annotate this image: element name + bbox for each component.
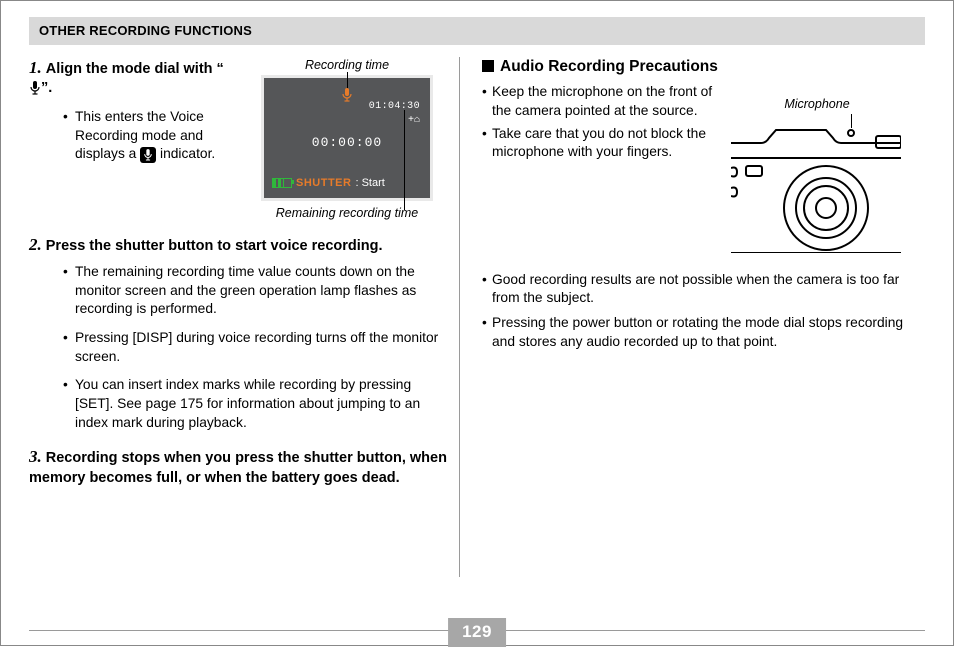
step-3: 3.Recording stops when you press the shu… xyxy=(29,446,449,489)
list-item: Keep the microphone on the front of the … xyxy=(482,83,717,120)
battery-icon xyxy=(272,178,292,188)
caption-recording-time: Recording time xyxy=(247,57,447,74)
figure-screen: Recording time 01:04:30 +⌂ 00:00:00 SHUT… xyxy=(247,57,447,225)
page-footer: 129 xyxy=(29,630,925,631)
subsection-heading: Audio Recording Precautions xyxy=(482,57,925,78)
right-top-row: Keep the microphone on the front of the … xyxy=(482,83,925,252)
square-bullet-icon xyxy=(482,60,494,72)
remaining-time: 01:04:30 xyxy=(369,100,420,114)
list-item: This enters the Voice Recording mode and… xyxy=(63,108,235,164)
list-item: Take care that you do not block the micr… xyxy=(482,125,717,162)
caption-microphone: Microphone xyxy=(731,96,903,113)
step-1-heading: 1.Align the mode dial with “”. xyxy=(29,57,235,103)
precautions-top-list: Keep the microphone on the front of the … xyxy=(482,83,717,162)
two-column-layout: 1.Align the mode dial with “”. This ente… xyxy=(29,57,925,579)
caption-remaining-time: Remaining recording time xyxy=(247,205,447,222)
step-num: 3. xyxy=(29,447,42,466)
list-item: Good recording results are not possible … xyxy=(482,271,925,308)
microphone-icon xyxy=(29,81,41,102)
screen-footer: SHUTTER : Start xyxy=(264,176,430,191)
step-1-row: 1.Align the mode dial with “”. This ente… xyxy=(29,57,449,225)
figure-camera: Microphone xyxy=(731,83,903,252)
shutter-label: SHUTTER xyxy=(296,176,351,191)
step-num: 1. xyxy=(29,58,42,77)
step-3-heading: 3.Recording stops when you press the shu… xyxy=(29,446,449,489)
left-column: 1.Align the mode dial with “”. This ente… xyxy=(29,57,459,579)
lcd-screen: 01:04:30 +⌂ 00:00:00 SHUTTER : Start xyxy=(261,75,433,201)
step-2-bullets: The remaining recording time value count… xyxy=(29,263,449,432)
right-column: Audio Recording Precautions Keep the mic… xyxy=(460,57,925,579)
list-item: You can insert index marks while recordi… xyxy=(63,376,449,432)
step-2: 2.Press the shutter button to start voic… xyxy=(29,234,449,432)
precautions-bottom-list: Good recording results are not possible … xyxy=(482,271,925,352)
list-item: The remaining recording time value count… xyxy=(63,263,449,319)
step-2-heading: 2.Press the shutter button to start voic… xyxy=(29,234,449,257)
precautions-text: Keep the microphone on the front of the … xyxy=(482,83,717,166)
manual-page: OTHER RECORDING FUNCTIONS 1.Align the mo… xyxy=(0,0,954,646)
memory-card-icon: +⌂ xyxy=(408,114,420,128)
camera-diagram xyxy=(731,128,901,253)
precautions-bottom: Good recording results are not possible … xyxy=(482,271,925,352)
page-number: 129 xyxy=(448,618,506,647)
step-1-text: 1.Align the mode dial with “”. This ente… xyxy=(29,57,235,178)
step-num: 2. xyxy=(29,235,42,254)
list-item: Pressing the power button or rotating th… xyxy=(482,314,925,351)
microphone-icon xyxy=(140,147,156,163)
list-item: Pressing [DISP] during voice recording t… xyxy=(63,329,449,366)
leader-line xyxy=(851,114,852,128)
start-label: : Start xyxy=(355,176,384,191)
elapsed-time: 00:00:00 xyxy=(264,134,430,152)
microphone-icon xyxy=(341,88,353,109)
step-1-bullets: This enters the Voice Recording mode and… xyxy=(29,108,235,164)
section-header: OTHER RECORDING FUNCTIONS xyxy=(29,17,925,45)
